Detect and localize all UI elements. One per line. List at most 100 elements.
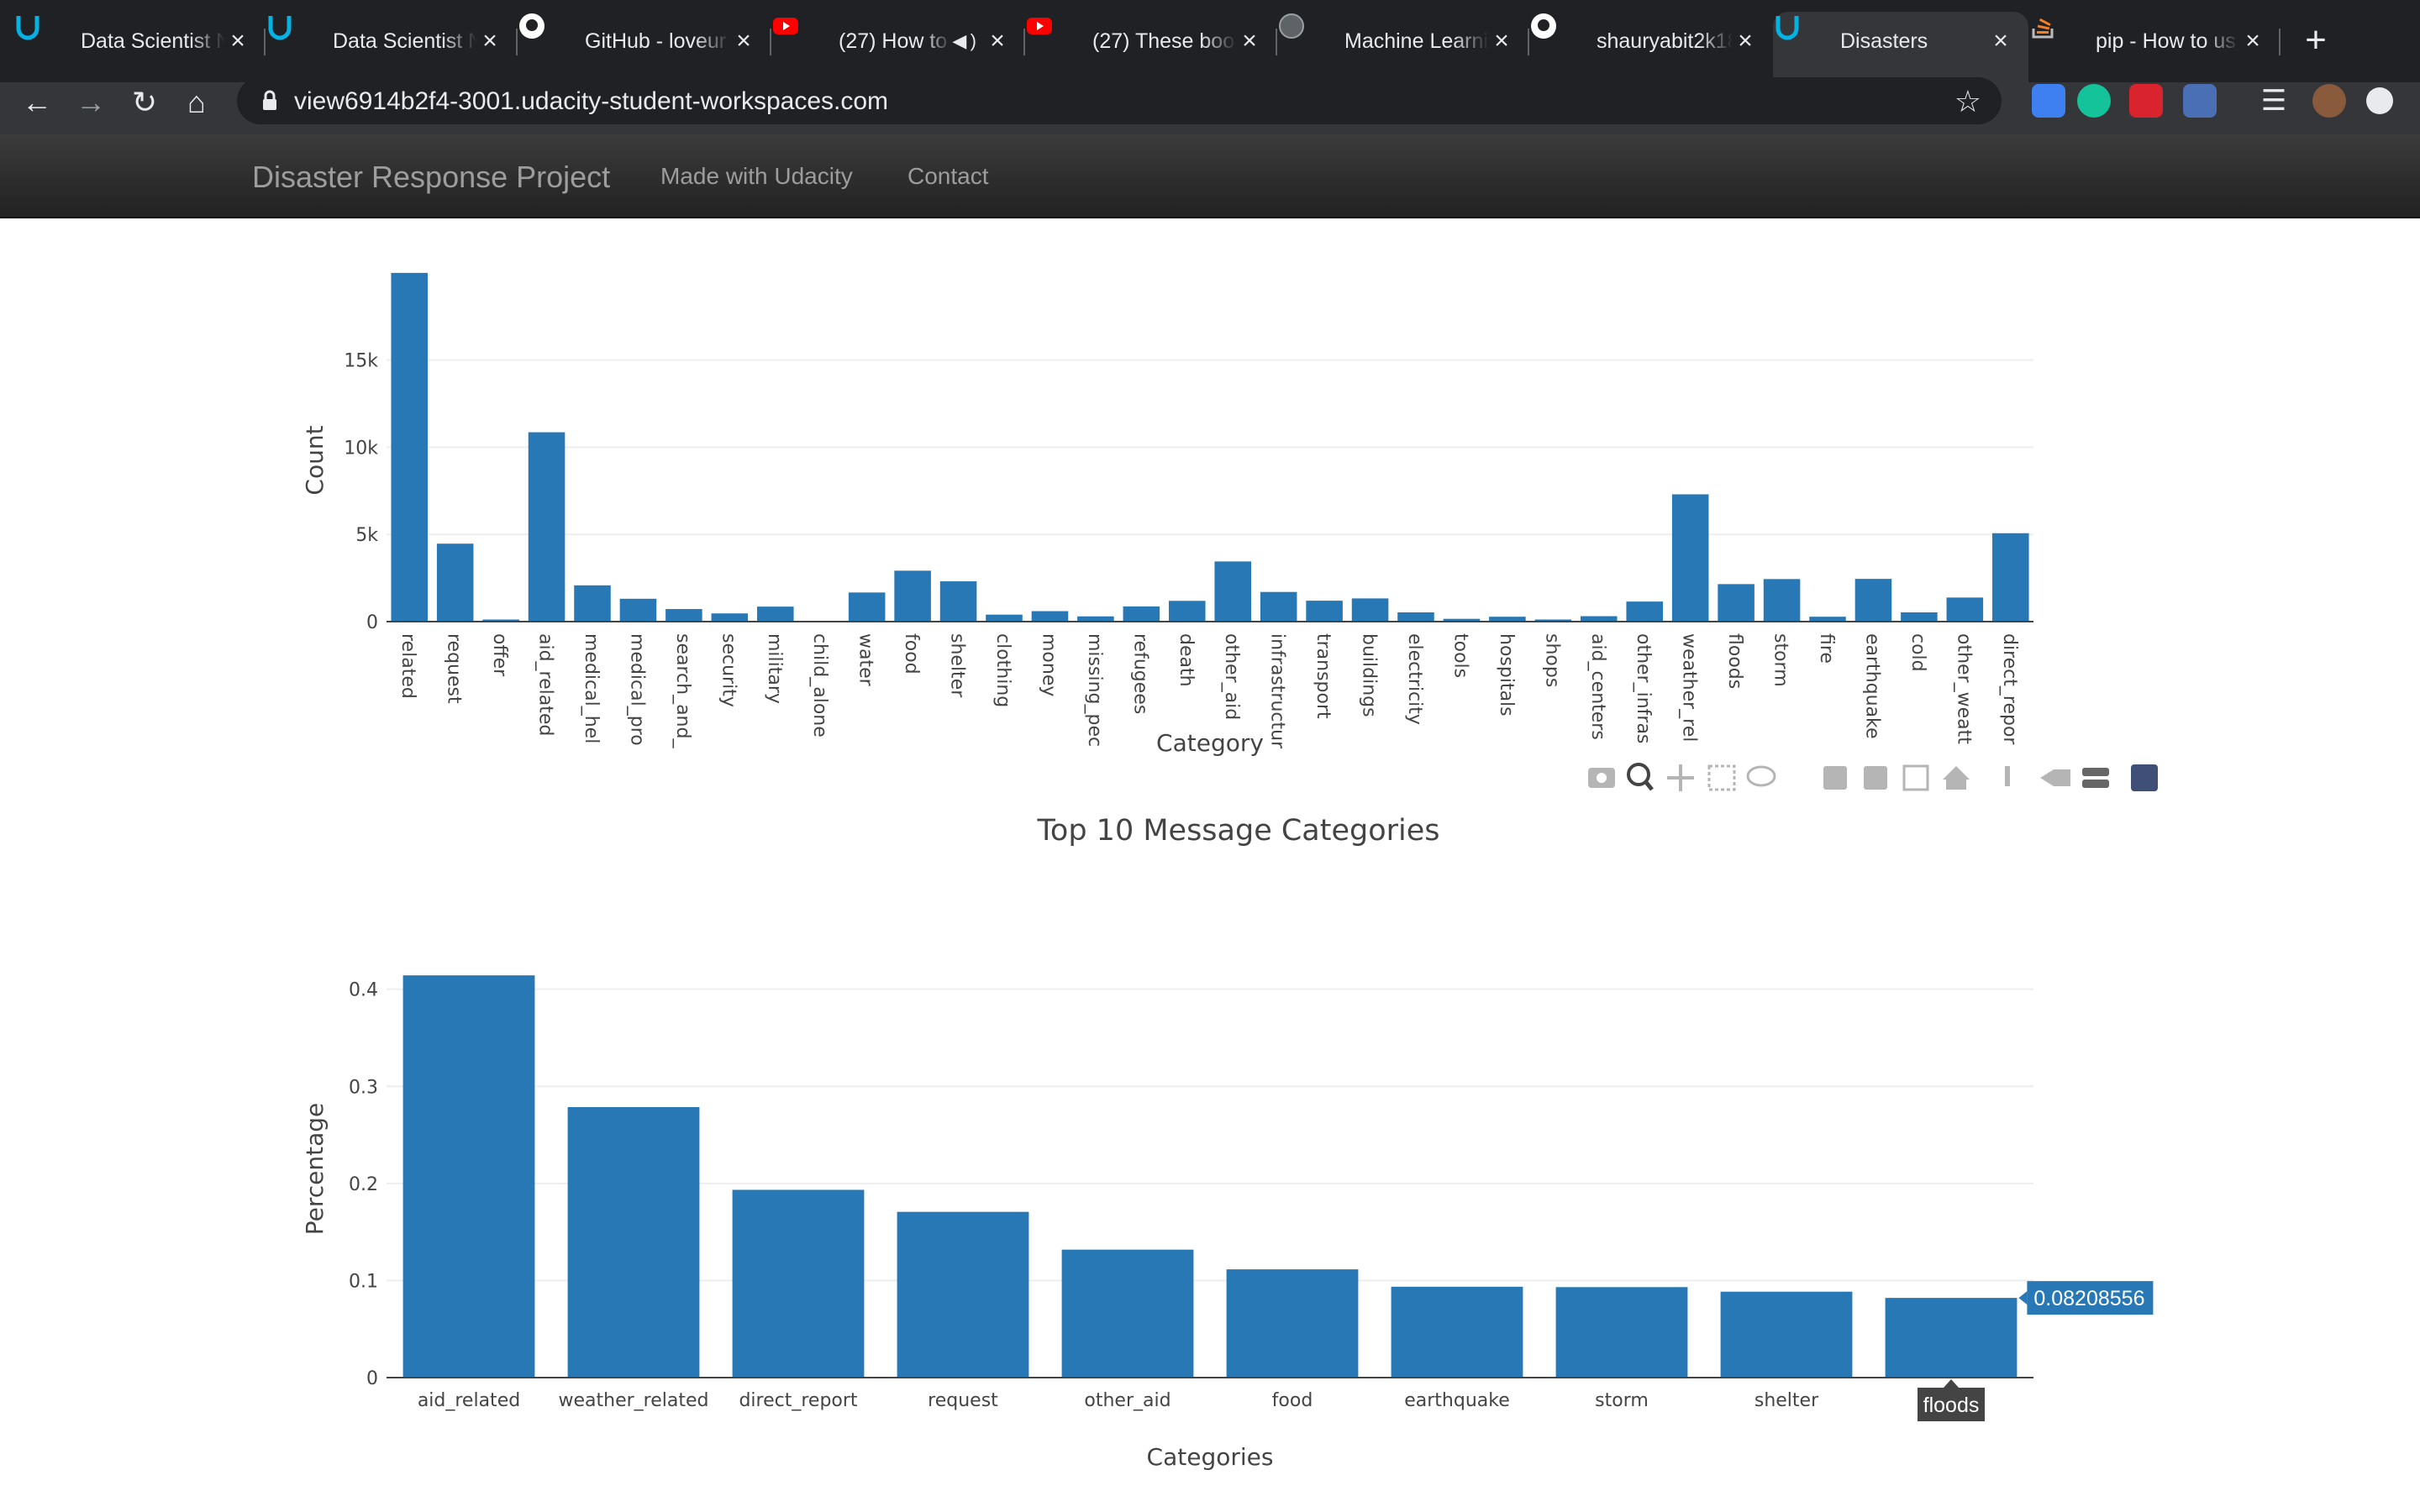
bar: [1885, 1298, 2018, 1378]
new-tab-button[interactable]: +: [2294, 18, 2338, 62]
brand-title[interactable]: Disaster Response Project: [252, 160, 610, 195]
reload-icon: ↻: [131, 85, 158, 119]
zoom-out-icon: [1864, 766, 1887, 790]
x-tick-label: money: [1038, 633, 1059, 696]
avatar[interactable]: [2312, 84, 2346, 118]
close-tab-icon[interactable]: ×: [225, 27, 250, 55]
bar: [1489, 617, 1526, 622]
x-tick-label: military: [764, 633, 785, 704]
browser-tab[interactable]: Data Scientist N ×: [266, 12, 518, 71]
close-tab-icon[interactable]: ×: [1733, 27, 1758, 55]
bar: [848, 592, 886, 622]
browser-tab[interactable]: Data Scientist N ×: [13, 12, 266, 71]
hover-category-tooltip: floods: [1918, 1379, 1985, 1421]
bar: [1226, 1269, 1359, 1378]
plotly-logo-icon: [2131, 764, 2158, 791]
extension-red-icon[interactable]: [2129, 84, 2163, 118]
browser-tab[interactable]: (27) How to ◀ ) ×: [771, 12, 1025, 71]
back-button[interactable]: ←: [15, 81, 59, 124]
bar: [1123, 606, 1160, 622]
close-tab-icon[interactable]: ×: [731, 27, 756, 55]
bar: [894, 570, 931, 622]
tooltip-box: [1918, 1388, 1985, 1421]
x-tick-label: infrastructur: [1267, 633, 1288, 749]
browser-tab-title: Data Scientist N: [81, 29, 225, 53]
hover-compare-icon: [2082, 768, 2109, 776]
tooltip-box: [2027, 1281, 2154, 1315]
address-bar[interactable]: view6914b2f4-3001.udacity-student-worksp…: [237, 77, 2002, 124]
close-tab-icon[interactable]: ×: [985, 27, 1010, 55]
x-tick-label: weather_rel: [1679, 633, 1700, 742]
browser-tab[interactable]: Disasters ×: [1773, 12, 2028, 82]
bar: [732, 1189, 865, 1378]
tooltip-category: floods: [1923, 1394, 1980, 1417]
y-tick-label: 5k: [355, 525, 378, 546]
udacity-icon: [16, 16, 64, 55]
tooltip-value: 0.08208556: [2033, 1287, 2144, 1310]
chart-title: Top 10 Message Categories: [1036, 814, 1439, 848]
reload-button[interactable]: ↻: [123, 81, 166, 124]
bar: [1351, 598, 1389, 622]
browser-tab-title: Disasters: [1840, 29, 1928, 53]
browser-tab-title: pip - How to us: [2096, 29, 2236, 53]
browser-tab[interactable]: (27) These boo ×: [1025, 12, 1277, 71]
audio-playing-icon[interactable]: ◀ ): [952, 30, 976, 52]
x-tick-label: related: [397, 633, 418, 699]
close-tab-icon[interactable]: ×: [1988, 27, 2013, 55]
browser-tab[interactable]: shauryabit2k18 ×: [1529, 12, 1773, 71]
close-tab-icon[interactable]: ×: [2240, 27, 2265, 55]
tooltip-pointer: [2018, 1291, 2028, 1305]
x-tick-label: aid_centers: [1587, 633, 1608, 740]
x-tick-label: other_weatt: [1953, 633, 1974, 744]
nav-link-contact[interactable]: Contact: [908, 163, 989, 190]
modebar-icons: [1588, 763, 2158, 791]
bar: [1671, 494, 1709, 622]
x-tick-label: water: [855, 633, 876, 687]
browser-tab-title: Machine Learni: [1344, 29, 1488, 53]
top10-categories-chart: 0 0.1 0.2 0.3 0.4 aid_related weather_related d…: [301, 814, 2154, 1471]
chrome-menu-icon[interactable]: [2366, 87, 2393, 114]
bar: [1626, 601, 1663, 622]
browser-tab-title: Data Scientist N: [333, 29, 477, 53]
x-tick-label: food: [1272, 1390, 1313, 1411]
hover-value-tooltip: 0.08208556: [2018, 1281, 2154, 1315]
x-tick-label: food: [901, 633, 922, 675]
y-tick-label: 0.4: [349, 980, 378, 1001]
bar: [1214, 561, 1251, 622]
home-button[interactable]: ⌂: [175, 81, 218, 124]
bar: [1720, 1291, 1853, 1378]
y-tick-label: 0.1: [349, 1271, 378, 1292]
home-icon: ⌂: [187, 85, 206, 119]
x-tick-label: direct_repor: [1999, 633, 2020, 745]
media-control-icon[interactable]: ☰: [2257, 84, 2291, 118]
close-tab-icon[interactable]: ×: [477, 27, 502, 55]
bar: [939, 581, 977, 622]
close-tab-icon[interactable]: ×: [1489, 27, 1514, 55]
grammarly-icon[interactable]: [2077, 84, 2111, 118]
x-tick-label: shelter: [947, 633, 968, 698]
x-tick-label: other_aid: [1221, 633, 1242, 720]
extension-globe-icon[interactable]: [2183, 84, 2217, 118]
browser-tab[interactable]: Machine Learni ×: [1277, 12, 1529, 71]
bookmark-star-icon[interactable]: ☆: [1954, 84, 1981, 119]
x-tick-label: floods: [1724, 633, 1745, 689]
x-tick-label: weather_related: [559, 1390, 709, 1411]
nav-link-made-with-udacity[interactable]: Made with Udacity: [660, 163, 853, 190]
box-select-icon: [1707, 764, 1736, 791]
browser-tab[interactable]: GitHub - loveur ×: [518, 12, 771, 71]
tab-separator: [2279, 29, 2281, 55]
forward-button[interactable]: →: [69, 81, 113, 124]
bar: [567, 1106, 700, 1378]
y-tick-label: 0: [366, 1368, 378, 1389]
close-tab-icon[interactable]: ×: [1237, 27, 1262, 55]
autoscale-icon: [1902, 764, 1929, 791]
bar: [619, 598, 657, 622]
browser-tab-title: (27) These boo: [1092, 29, 1235, 53]
bar: [666, 609, 702, 622]
y-tick-label: 0.3: [349, 1077, 378, 1098]
bar: [1763, 579, 1801, 622]
x-tick-label: aid_related: [418, 1390, 520, 1411]
browser-tab[interactable]: pip - How to us ×: [2028, 12, 2281, 71]
x-tick-label: storm: [1770, 633, 1791, 687]
extension-pen-icon[interactable]: [2032, 84, 2065, 118]
